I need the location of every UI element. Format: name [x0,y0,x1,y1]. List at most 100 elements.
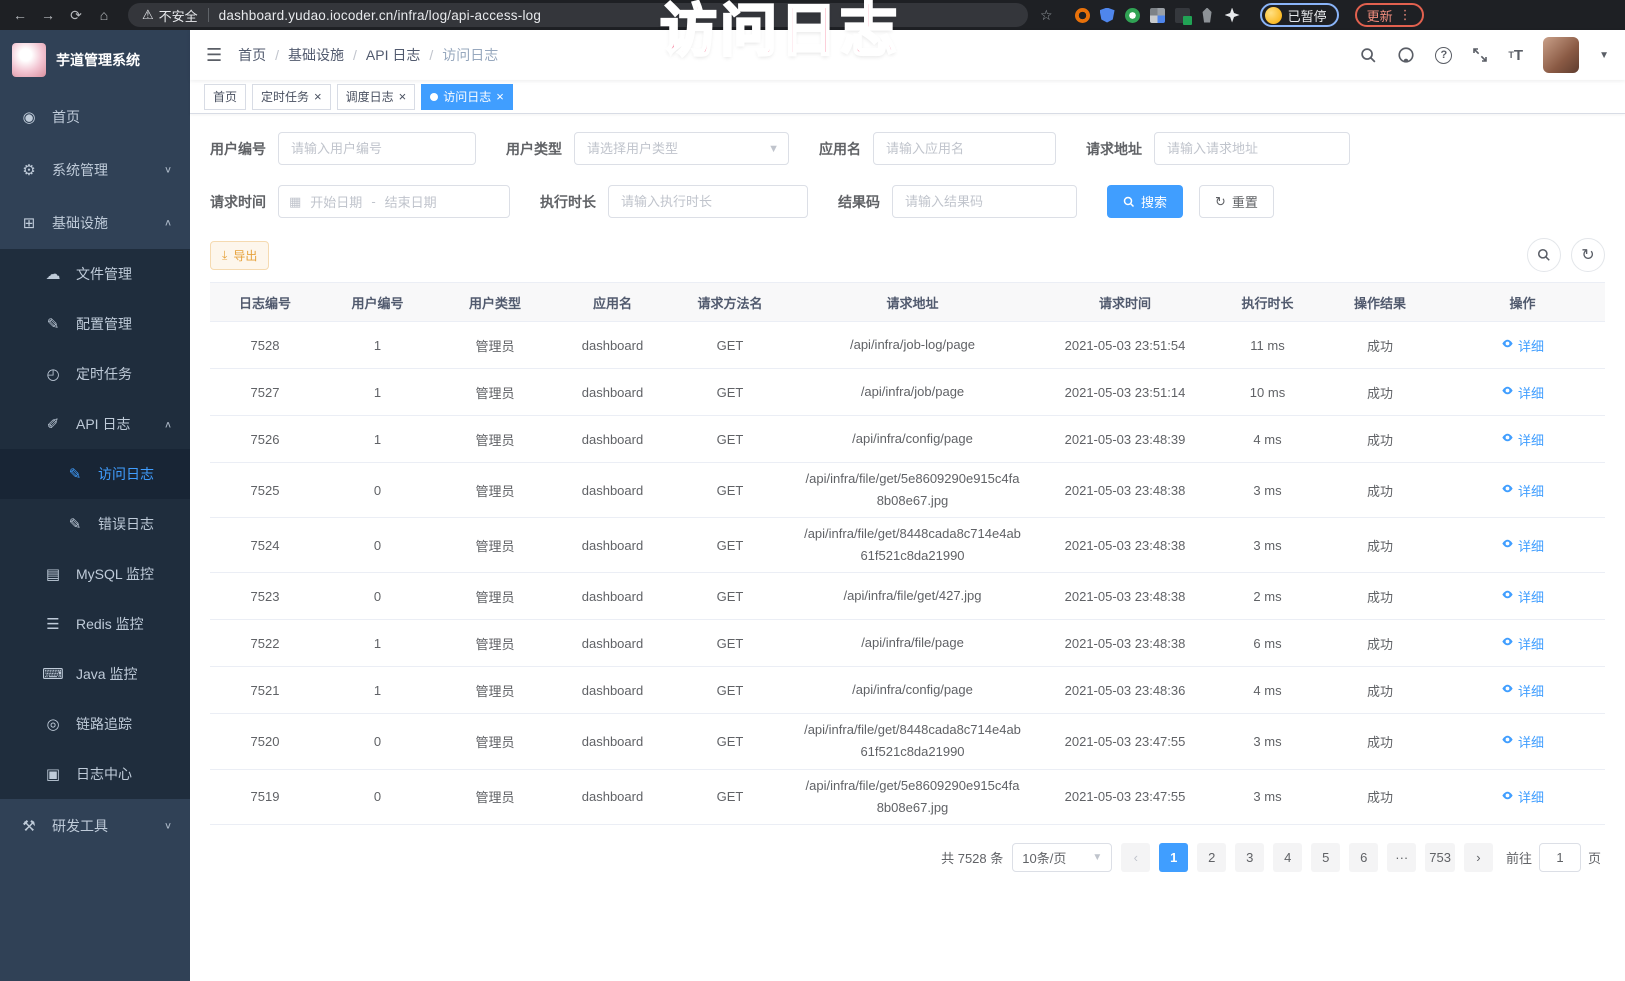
page-button-1[interactable]: 1 [1159,843,1188,872]
detail-link[interactable]: 详细 [1501,336,1544,355]
extension-icon-2[interactable] [1100,8,1115,23]
omnibox-divider [208,8,209,22]
page-button-3[interactable]: 3 [1235,843,1264,872]
docs-help-icon[interactable]: ? [1435,47,1452,64]
sidebar-item-redis-monitor[interactable]: ☰Redis 监控 [0,599,190,649]
column-header: 请求地址 [790,293,1035,312]
sidebar-logo[interactable]: 芋道管理系统 [0,30,190,90]
filter-request-url: 请求地址 [1086,132,1350,165]
page-button-4[interactable]: 4 [1273,843,1302,872]
fullscreen-icon[interactable] [1472,47,1488,63]
extension-icon-6[interactable] [1200,8,1215,23]
detail-link[interactable]: 详细 [1501,383,1544,402]
detail-link[interactable]: 详细 [1501,787,1544,806]
close-icon[interactable]: × [399,90,407,103]
cell-result: 成功 [1320,587,1440,606]
eye-icon [1501,635,1514,651]
bookmark-star-icon[interactable]: ☆ [1040,7,1053,24]
cell-request-url: /api/infra/file/page [790,632,1035,654]
browser-reload-icon[interactable]: ⟳ [66,7,86,24]
extension-icon-4[interactable] [1150,8,1165,23]
request-url-input[interactable] [1154,132,1350,165]
refresh-table-button[interactable]: ↻ [1571,238,1605,272]
browser-home-icon[interactable]: ⌂ [94,7,114,23]
sidebar-item-access-log[interactable]: ✎访问日志 [0,449,190,499]
sidebar-item-java-monitor[interactable]: ⌨Java 监控 [0,649,190,699]
sidebar-item-system-mgmt[interactable]: ⚙系统管理∨ [0,143,190,196]
tab-定时任务[interactable]: 定时任务× [252,84,331,110]
chevron-down-icon[interactable]: ▼ [1599,50,1609,61]
tab-访问日志[interactable]: 访问日志× [421,84,513,110]
detail-link[interactable]: 详细 [1501,481,1544,500]
tab-首页[interactable]: 首页 [204,84,246,110]
page-button-2[interactable]: 2 [1197,843,1226,872]
detail-link[interactable]: 详细 [1501,732,1544,751]
sidebar-item-home[interactable]: ◉首页 [0,90,190,143]
browser-update-button[interactable]: 更新 ⋮ [1355,3,1424,27]
browser-menu-icon[interactable]: ⋮ [1399,7,1412,23]
sidebar-item-error-log[interactable]: ✎错误日志 [0,499,190,549]
app-name-input[interactable] [873,132,1056,165]
app-title: 芋道管理系统 [56,50,140,70]
sidebar-item-log-center[interactable]: ▣日志中心 [0,749,190,799]
page-button-5[interactable]: 5 [1311,843,1340,872]
breadcrumb-item[interactable]: API 日志 [366,45,420,65]
extension-icon-1[interactable] [1075,8,1090,23]
sidebar-item-file-management[interactable]: ☁文件管理 [0,249,190,299]
user-type-select[interactable] [574,132,789,165]
close-icon[interactable]: × [314,90,322,103]
extension-icon-7[interactable] [1225,8,1240,23]
sidebar-item-config-management[interactable]: ✎配置管理 [0,299,190,349]
cell-action: 详细 [1440,383,1605,402]
calendar-icon: ▦ [289,194,301,210]
sidebar-item-mysql-monitor[interactable]: ▤MySQL 监控 [0,549,190,599]
next-page-button[interactable]: › [1464,843,1493,872]
address-bar[interactable]: ⚠ 不安全 dashboard.yudao.iocoder.cn/infra/l… [128,3,1028,27]
search-icon[interactable] [1360,47,1377,64]
sidebar-item-label: 错误日志 [98,514,154,534]
browser-forward-icon[interactable]: → [38,7,58,23]
page-size-select[interactable]: 10条/页 ▼ [1012,843,1112,872]
tab-调度日志[interactable]: 调度日志× [337,84,416,110]
cell-result: 成功 [1320,732,1440,751]
profile-paused-badge[interactable]: 已暂停 [1260,3,1339,27]
eye-icon [1501,733,1514,749]
sidebar-item-dev-tools[interactable]: ⚒研发工具∨ [0,799,190,852]
user-avatar[interactable] [1543,37,1579,73]
sidebar-item-api-log[interactable]: ✐API 日志∧ [0,399,190,449]
sidebar-item-infrastructure[interactable]: ⊞基础设施∧ [0,196,190,249]
detail-link[interactable]: 详细 [1501,634,1544,653]
close-icon[interactable]: × [496,90,504,103]
font-size-icon[interactable]: TT [1508,47,1523,64]
toggle-search-button[interactable] [1527,238,1561,272]
duration-input[interactable] [608,185,808,218]
detail-link[interactable]: 详细 [1501,430,1544,449]
extension-icon-5[interactable] [1175,8,1190,23]
detail-link[interactable]: 详细 [1501,681,1544,700]
detail-link[interactable]: 详细 [1501,536,1544,555]
page-ellipsis: ··· [1387,843,1416,872]
warning-icon: ⚠ [142,7,154,23]
sidebar-item-label: 文件管理 [76,264,132,284]
cell-request-time: 2021-05-03 23:51:14 [1035,385,1215,400]
user-id-input[interactable] [278,132,476,165]
search-button[interactable]: 搜索 [1107,185,1183,218]
page-jump-input[interactable] [1539,843,1581,872]
reset-button[interactable]: ↻ 重置 [1199,185,1274,218]
detail-link[interactable]: 详细 [1501,587,1544,606]
export-button[interactable]: ⤓ 导出 [210,241,269,270]
sidebar-item-scheduled-tasks[interactable]: ◴定时任务 [0,349,190,399]
date-range-picker[interactable]: ▦ 开始日期 - 结束日期 [278,185,510,218]
page-button-753[interactable]: 753 [1425,843,1455,872]
github-icon[interactable] [1397,46,1415,64]
extension-icon-3[interactable] [1125,8,1140,23]
breadcrumb-item[interactable]: 基础设施 [288,45,344,65]
browser-back-icon[interactable]: ← [10,7,30,23]
sidebar-item-link-tracing[interactable]: ◎链路追踪 [0,699,190,749]
breadcrumb-item[interactable]: 首页 [238,45,266,65]
hamburger-icon[interactable]: ☰ [206,45,222,66]
url-text[interactable]: dashboard.yudao.iocoder.cn/infra/log/api… [219,8,541,23]
page-button-6[interactable]: 6 [1349,843,1378,872]
result-code-input[interactable] [892,185,1077,218]
prev-page-button[interactable]: ‹ [1121,843,1150,872]
